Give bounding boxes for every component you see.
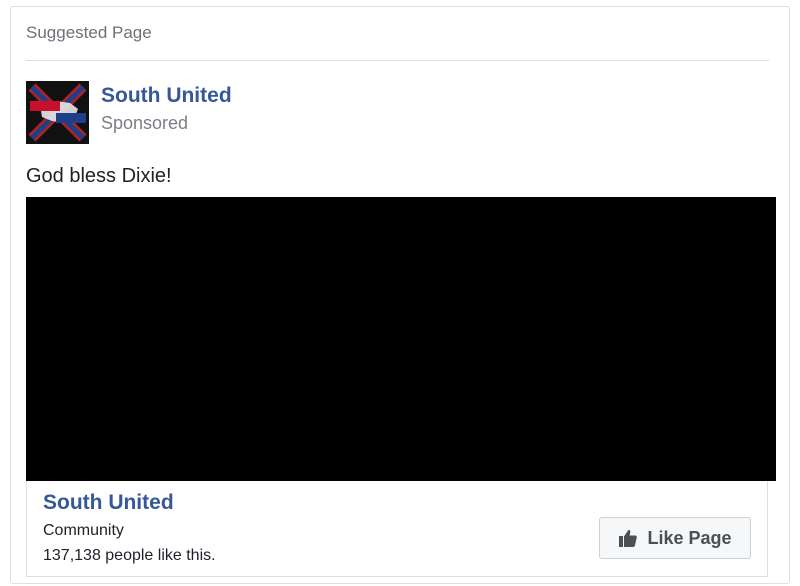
like-page-label: Like Page (647, 527, 732, 548)
thumbs-up-icon (618, 528, 638, 548)
like-page-button[interactable]: Like Page (599, 517, 751, 559)
page-avatar[interactable] (26, 81, 89, 144)
post-text: God bless Dixie! (26, 165, 172, 187)
suggested-page-card: Suggested Page South United Sponsored Go… (10, 6, 790, 584)
card-header: Suggested Page (26, 23, 152, 42)
page-name-link[interactable]: South United (101, 84, 232, 108)
avatar-logo-image (26, 81, 89, 144)
sponsored-label: Sponsored (101, 113, 189, 133)
header-divider (26, 60, 769, 61)
post-media[interactable] (26, 197, 776, 481)
page-like-count: 137,138 people like this. (43, 547, 216, 564)
page-category: Community (43, 522, 124, 539)
footer-page-name-link[interactable]: South United (43, 491, 174, 515)
page-footer: South United Community 137,138 people li… (26, 481, 768, 577)
